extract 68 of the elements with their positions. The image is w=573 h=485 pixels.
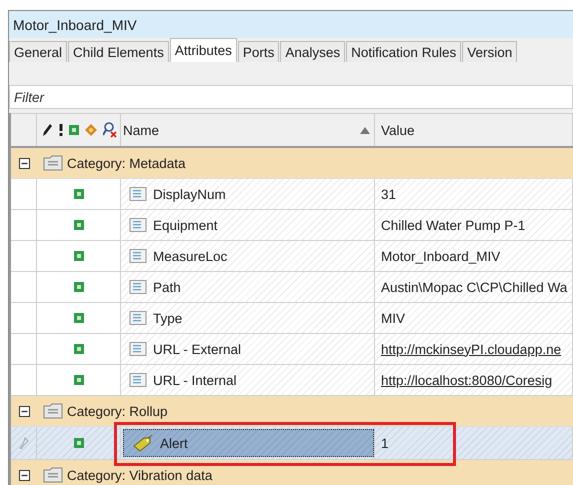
exclamation-icon	[59, 124, 63, 136]
category-label: Category: Vibration data	[67, 468, 212, 482]
filter-field[interactable]: Filter	[9, 85, 573, 109]
tab[interactable]: Ports	[238, 41, 280, 62]
tab[interactable]: Version	[462, 41, 518, 62]
category-row[interactable]: Category: Rollup	[11, 396, 573, 427]
tab[interactable]: Notification Rules	[346, 41, 462, 62]
folder-icon	[43, 155, 63, 171]
collapse-icon[interactable]	[18, 406, 30, 416]
attribute-value: MIV	[381, 310, 406, 326]
attribute-name: Equipment	[153, 218, 218, 232]
pin-icon	[18, 437, 28, 449]
attribute-row[interactable]: Path Austin\Mopac C\CP\Chilled Wa	[11, 272, 573, 303]
window-title: Motor_Inboard_MIV	[13, 16, 137, 32]
collapse-icon[interactable]	[18, 470, 30, 480]
attribute-icon	[74, 375, 84, 385]
category-row[interactable]: Category: Metadata	[11, 148, 573, 179]
attribute-value: Motor_Inboard_MIV	[381, 248, 500, 264]
attribute-value: 1	[381, 436, 389, 450]
tab[interactable]: Analyses	[280, 41, 346, 62]
document-icon	[129, 248, 147, 264]
sort-icon[interactable]	[360, 126, 370, 134]
tab[interactable]: General	[9, 41, 68, 62]
attribute-name: Alert	[160, 436, 188, 450]
attribute-row[interactable]: URL - External http://mckinseyPI.cloudapp.ne	[11, 334, 573, 365]
tag-icon	[132, 434, 154, 452]
attribute-row[interactable]: Alert 1	[11, 427, 573, 460]
attribute-value: Austin\Mopac C\CP\Chilled Wa	[381, 280, 568, 294]
diamond-icon	[85, 124, 97, 136]
attribute-value: 31	[381, 186, 396, 202]
attribute-value: Chilled Water Pump P-1	[381, 218, 526, 232]
attribute-name: Path	[153, 280, 181, 294]
document-icon	[129, 280, 147, 294]
attribute-name: URL - External	[153, 342, 242, 356]
attribute-icon	[74, 189, 84, 199]
category-row[interactable]: Category: Vibration data	[11, 460, 573, 485]
attribute-row[interactable]: DisplayNum 31	[11, 179, 573, 210]
attribute-icon	[69, 125, 79, 135]
pencil-icon	[41, 123, 53, 137]
document-icon	[129, 218, 147, 232]
tab[interactable]: Child Elements	[68, 41, 169, 62]
attribute-name: URL - Internal	[153, 372, 237, 388]
attribute-icon	[74, 282, 84, 292]
attribute-icon	[74, 220, 84, 230]
attribute-row[interactable]: Equipment Chilled Water Pump P-1	[11, 210, 573, 241]
header-label[interactable]: Name	[121, 122, 160, 138]
document-icon	[129, 342, 147, 356]
attribute-icon	[74, 344, 84, 354]
attribute-icon	[74, 438, 84, 448]
attribute-row[interactable]: MeasureLoc Motor_Inboard_MIV	[11, 241, 573, 272]
category-label: Category: Metadata	[67, 156, 186, 170]
collapse-icon[interactable]	[18, 158, 30, 168]
attribute-name: DisplayNum	[153, 186, 226, 202]
tab[interactable]: Attributes	[170, 38, 237, 62]
search-remove-icon	[103, 122, 117, 138]
folder-icon	[43, 403, 63, 419]
attribute-icon	[74, 251, 84, 261]
document-icon	[129, 310, 147, 326]
document-icon	[129, 186, 147, 202]
attribute-icon	[74, 313, 84, 323]
category-label: Category: Rollup	[67, 404, 168, 418]
attribute-row[interactable]: URL - Internal http://localhost:8080/Coresig	[11, 365, 573, 396]
header-label[interactable]: Value	[379, 122, 415, 138]
folder-icon	[43, 467, 63, 483]
attribute-name: MeasureLoc	[153, 248, 228, 264]
document-icon	[129, 372, 147, 388]
attribute-row[interactable]: Type MIV	[11, 303, 573, 334]
attribute-name: Type	[153, 310, 182, 326]
